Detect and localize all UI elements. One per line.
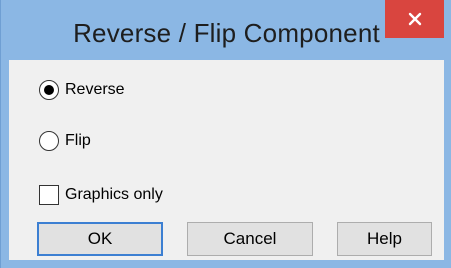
reverse-radio[interactable] (39, 80, 59, 100)
bottom-frame (1, 260, 451, 268)
graphics-only-label: Graphics only (65, 186, 163, 203)
flip-option[interactable]: Flip (39, 131, 91, 151)
flip-radio[interactable] (39, 131, 59, 151)
ok-button[interactable]: OK (37, 222, 163, 256)
window-title: Reverse / Flip Component (73, 18, 380, 48)
cancel-button[interactable]: Cancel (187, 222, 313, 256)
title-bar[interactable]: Reverse / Flip Component (1, 0, 451, 60)
reverse-option[interactable]: Reverse (39, 80, 125, 100)
help-button[interactable]: Help (337, 222, 432, 256)
graphics-only-option[interactable]: Graphics only (39, 185, 163, 205)
close-button[interactable] (385, 0, 444, 38)
graphics-only-checkbox[interactable] (39, 185, 59, 205)
reverse-label: Reverse (65, 81, 125, 98)
right-frame (444, 60, 451, 268)
left-frame (1, 60, 9, 268)
reverse-flip-dialog: Reverse / Flip Component Reverse Flip Gr… (0, 0, 451, 268)
close-icon (408, 12, 421, 26)
flip-label: Flip (65, 132, 91, 149)
